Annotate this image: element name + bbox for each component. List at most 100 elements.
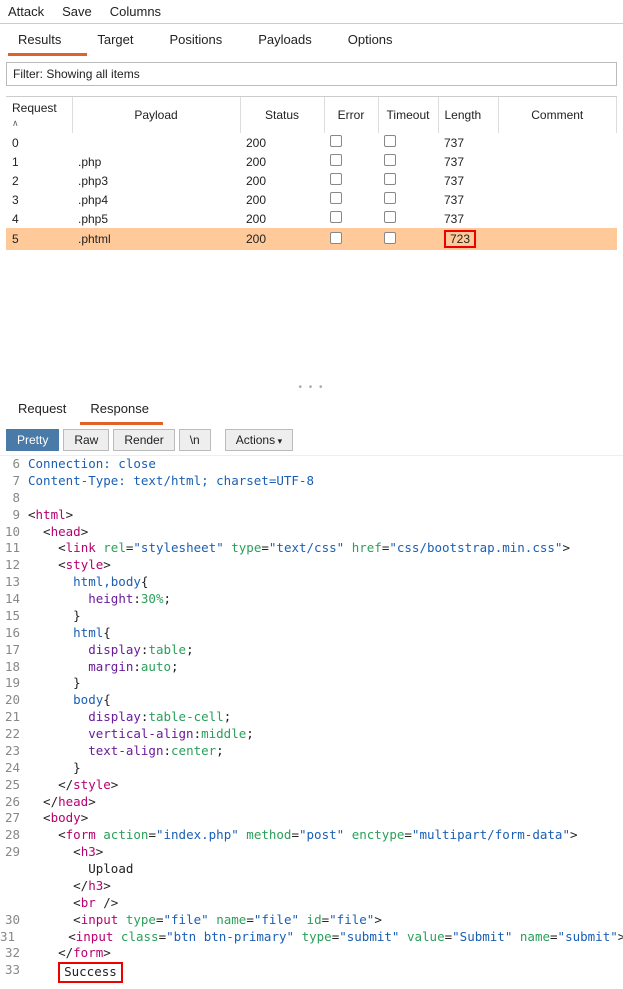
cell-request: 1 — [6, 152, 72, 171]
cell-error — [324, 133, 378, 152]
cell-payload: .php3 — [72, 171, 240, 190]
code-text: <form action="index.php" method="post" e… — [28, 827, 623, 844]
col-timeout[interactable]: Timeout — [378, 97, 438, 133]
tab-results[interactable]: Results — [8, 28, 87, 56]
cell-status: 200 — [240, 228, 324, 250]
line-number: 20 — [0, 692, 28, 709]
cell-comment — [498, 171, 617, 190]
code-text: <input class="btn btn-primary" type="sub… — [23, 929, 623, 946]
table-empty-area — [6, 250, 617, 380]
line-number: 6 — [0, 456, 28, 473]
cell-request: 3 — [6, 190, 72, 209]
menu-columns[interactable]: Columns — [110, 4, 161, 19]
cell-request: 0 — [6, 133, 72, 152]
line-number: 22 — [0, 726, 28, 743]
cell-comment — [498, 133, 617, 152]
code-text: </h3> — [28, 878, 623, 895]
line-number: 16 — [0, 625, 28, 642]
line-number: 9 — [0, 507, 28, 524]
table-row[interactable]: 2 .php3 200 737 — [6, 171, 617, 190]
checkbox-icon — [384, 232, 396, 244]
code-text: Upload — [28, 861, 623, 878]
filter-bar[interactable]: Filter: Showing all items — [6, 62, 617, 86]
tab-options[interactable]: Options — [338, 28, 419, 56]
menu-save[interactable]: Save — [62, 4, 92, 19]
actions-dropdown[interactable]: Actions — [225, 429, 293, 451]
view-mode-bar: Pretty Raw Render \n Actions — [0, 425, 623, 455]
table-row[interactable]: 5 .phtml 200 723 — [6, 228, 617, 250]
cell-payload: .phtml — [72, 228, 240, 250]
table-row[interactable]: 0 200 737 — [6, 133, 617, 152]
line-number — [0, 878, 28, 895]
line-number: 27 — [0, 810, 28, 827]
line-number: 7 — [0, 473, 28, 490]
line-number — [0, 895, 28, 912]
line-number: 24 — [0, 760, 28, 777]
detail-tabs: Request Response — [0, 395, 623, 425]
cell-error — [324, 152, 378, 171]
view-pretty-button[interactable]: Pretty — [6, 429, 59, 451]
cell-timeout — [378, 133, 438, 152]
code-text: text-align:center; — [28, 743, 623, 760]
line-number: 10 — [0, 524, 28, 541]
checkbox-icon — [384, 173, 396, 185]
code-text — [28, 490, 623, 507]
line-number: 25 — [0, 777, 28, 794]
col-error[interactable]: Error — [324, 97, 378, 133]
tab-target[interactable]: Target — [87, 28, 159, 56]
cell-length: 737 — [438, 152, 498, 171]
line-number: 21 — [0, 709, 28, 726]
tab-payloads[interactable]: Payloads — [248, 28, 337, 56]
results-table: Request Payload Status Error Timeout Len… — [6, 96, 617, 380]
table-row[interactable]: 1 .php 200 737 — [6, 152, 617, 171]
cell-comment — [498, 152, 617, 171]
cell-timeout — [378, 171, 438, 190]
line-number: 33 — [0, 962, 28, 983]
checkbox-icon — [330, 192, 342, 204]
cell-error — [324, 209, 378, 228]
tab-response[interactable]: Response — [80, 397, 163, 425]
line-number: 18 — [0, 659, 28, 676]
cell-payload: .php4 — [72, 190, 240, 209]
col-comment[interactable]: Comment — [498, 97, 617, 133]
cell-payload: .php5 — [72, 209, 240, 228]
code-text: <head> — [28, 524, 623, 541]
code-text: margin:auto; — [28, 659, 623, 676]
code-text: <link rel="stylesheet" type="text/css" h… — [28, 540, 623, 557]
menu-attack[interactable]: Attack — [8, 4, 44, 19]
cell-length: 737 — [438, 133, 498, 152]
cell-status: 200 — [240, 171, 324, 190]
line-number: 26 — [0, 794, 28, 811]
cell-error — [324, 190, 378, 209]
tab-positions[interactable]: Positions — [160, 28, 249, 56]
col-length[interactable]: Length — [438, 97, 498, 133]
response-body[interactable]: 6Connection: close 7Content-Type: text/h… — [0, 455, 623, 989]
line-number: 32 — [0, 945, 28, 962]
code-text: display:table; — [28, 642, 623, 659]
success-highlight: Success — [58, 962, 123, 983]
col-request[interactable]: Request — [6, 97, 72, 133]
col-status[interactable]: Status — [240, 97, 324, 133]
menu-bar: Attack Save Columns — [0, 0, 623, 24]
cell-status: 200 — [240, 152, 324, 171]
line-number: 11 — [0, 540, 28, 557]
code-text: </form> — [28, 945, 623, 962]
line-number: 15 — [0, 608, 28, 625]
splitter-handle[interactable]: • • • — [0, 380, 623, 395]
code-text: } — [28, 675, 623, 692]
cell-request: 2 — [6, 171, 72, 190]
length-highlight: 723 — [444, 230, 476, 248]
view-render-button[interactable]: Render — [113, 429, 174, 451]
col-payload[interactable]: Payload — [72, 97, 240, 133]
code-text: Success — [28, 962, 623, 983]
cell-status: 200 — [240, 190, 324, 209]
view-raw-button[interactable]: Raw — [63, 429, 109, 451]
table-row[interactable]: 3 .php4 200 737 — [6, 190, 617, 209]
code-text: </style> — [28, 777, 623, 794]
line-number: 14 — [0, 591, 28, 608]
tab-request[interactable]: Request — [8, 397, 80, 425]
table-row[interactable]: 4 .php5 200 737 — [6, 209, 617, 228]
code-text: <br /> — [28, 895, 623, 912]
view-nl-button[interactable]: \n — [179, 429, 211, 451]
cell-timeout — [378, 190, 438, 209]
